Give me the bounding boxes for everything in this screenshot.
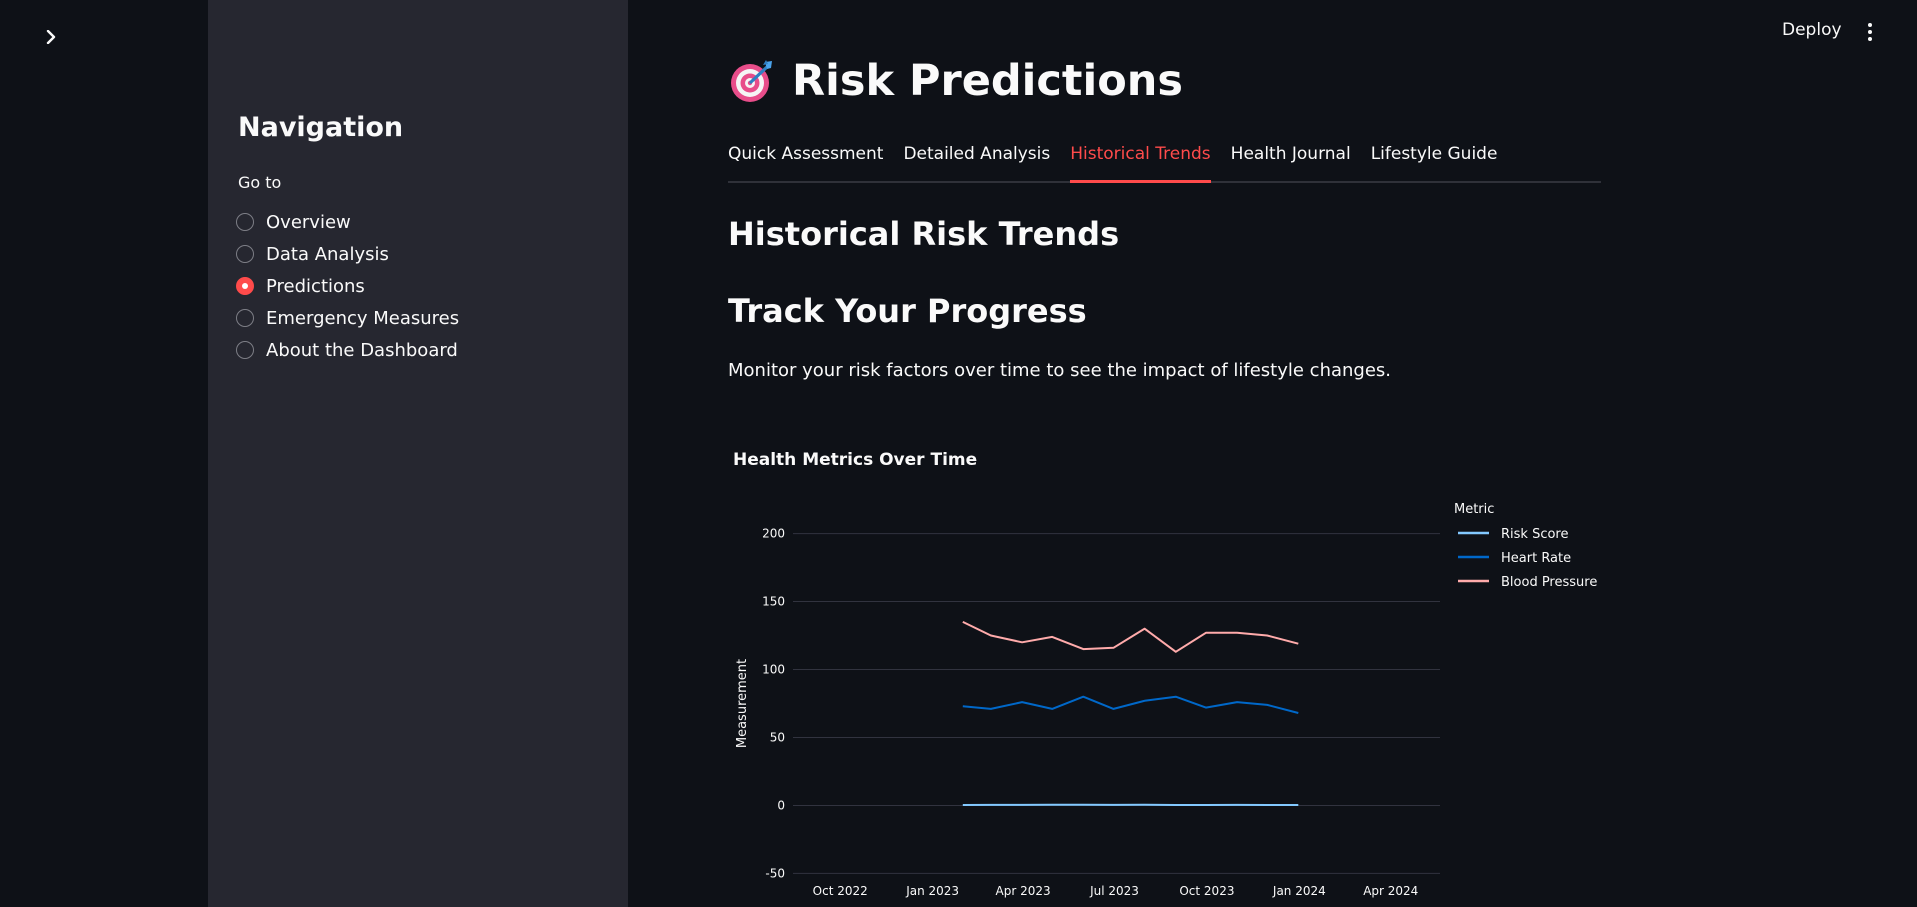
legend-label: Risk Score bbox=[1501, 527, 1569, 542]
page-header: Risk Predictions bbox=[728, 56, 1183, 106]
sidebar-collapsed-strip bbox=[0, 0, 208, 907]
legend-title: Metric bbox=[1454, 502, 1494, 517]
tab-bar: Quick Assessment Detailed Analysis Histo… bbox=[728, 140, 1601, 183]
y-tick-label: 50 bbox=[770, 730, 785, 744]
radio-circle-selected[interactable] bbox=[236, 277, 254, 295]
radio-label: Overview bbox=[266, 211, 351, 233]
y-tick-label: 0 bbox=[777, 798, 785, 812]
radio-group-label: Go to bbox=[238, 173, 282, 192]
deploy-button[interactable]: Deploy bbox=[1782, 20, 1842, 40]
series-line-blood-pressure bbox=[962, 620, 1299, 653]
line-chart[interactable]: 200 150 100 50 0 -50 Oct 2022 Jan 2023 Apr 2023 J… bbox=[728, 502, 1601, 907]
y-tick-label: 150 bbox=[762, 595, 785, 609]
radio-circle[interactable] bbox=[236, 309, 254, 327]
tab-detailed-analysis[interactable]: Detailed Analysis bbox=[903, 140, 1050, 181]
x-tick-label: Oct 2023 bbox=[1179, 884, 1234, 898]
kebab-dot bbox=[1868, 37, 1872, 41]
radio-about-dashboard[interactable]: About the Dashboard bbox=[236, 334, 459, 366]
kebab-dot bbox=[1868, 23, 1872, 27]
x-tick-label: Jul 2023 bbox=[1089, 884, 1139, 898]
main-menu-button[interactable] bbox=[1860, 20, 1880, 44]
radio-overview[interactable]: Overview bbox=[236, 206, 459, 238]
radio-emergency-measures[interactable]: Emergency Measures bbox=[236, 302, 459, 334]
y-tick-label: 100 bbox=[762, 663, 785, 677]
legend-label: Blood Pressure bbox=[1501, 575, 1597, 590]
tab-historical-trends[interactable]: Historical Trends bbox=[1070, 140, 1212, 183]
legend-label: Heart Rate bbox=[1501, 551, 1571, 566]
radio-circle[interactable] bbox=[236, 245, 254, 263]
radio-label: Emergency Measures bbox=[266, 307, 460, 329]
navigation-radio-group: Overview Data Analysis Predictions Emerg… bbox=[236, 206, 459, 366]
page-title: Risk Predictions bbox=[792, 56, 1183, 106]
radio-label: Data Analysis bbox=[266, 243, 389, 265]
radio-circle[interactable] bbox=[236, 341, 254, 359]
x-tick-label: Apr 2023 bbox=[996, 884, 1051, 898]
target-dart-icon bbox=[731, 60, 772, 102]
chevron-right-icon bbox=[46, 30, 56, 44]
x-tick-label: Oct 2022 bbox=[813, 884, 868, 898]
chart-title: Health Metrics Over Time bbox=[733, 450, 978, 470]
tab-lifestyle-guide[interactable]: Lifestyle Guide bbox=[1371, 140, 1498, 181]
sidebar: Navigation Go to Overview Data Analysis … bbox=[208, 0, 628, 907]
x-tick-label: Apr 2024 bbox=[1363, 884, 1418, 898]
radio-label: About the Dashboard bbox=[266, 339, 458, 361]
radio-data-analysis[interactable]: Data Analysis bbox=[236, 238, 459, 270]
kebab-dot bbox=[1868, 30, 1872, 34]
tab-quick-assessment[interactable]: Quick Assessment bbox=[728, 140, 883, 181]
radio-predictions[interactable]: Predictions bbox=[236, 270, 459, 302]
section-heading: Historical Risk Trends bbox=[728, 215, 1120, 253]
expand-sidebar-button[interactable] bbox=[38, 24, 64, 50]
radio-circle[interactable] bbox=[236, 213, 254, 231]
x-tick-label: Jan 2024 bbox=[1272, 884, 1326, 898]
section-subheading: Track Your Progress bbox=[728, 292, 1087, 330]
y-tick-label: -50 bbox=[765, 866, 785, 880]
tab-health-journal[interactable]: Health Journal bbox=[1231, 140, 1351, 181]
y-axis-label: Measurement bbox=[735, 659, 750, 748]
x-tick-label: Jan 2023 bbox=[905, 884, 959, 898]
series-line-heart-rate bbox=[962, 695, 1299, 714]
radio-label: Predictions bbox=[266, 275, 365, 297]
section-description: Monitor your risk factors over time to s… bbox=[728, 360, 1392, 381]
y-tick-label: 200 bbox=[762, 527, 785, 541]
sidebar-title: Navigation bbox=[238, 112, 404, 143]
